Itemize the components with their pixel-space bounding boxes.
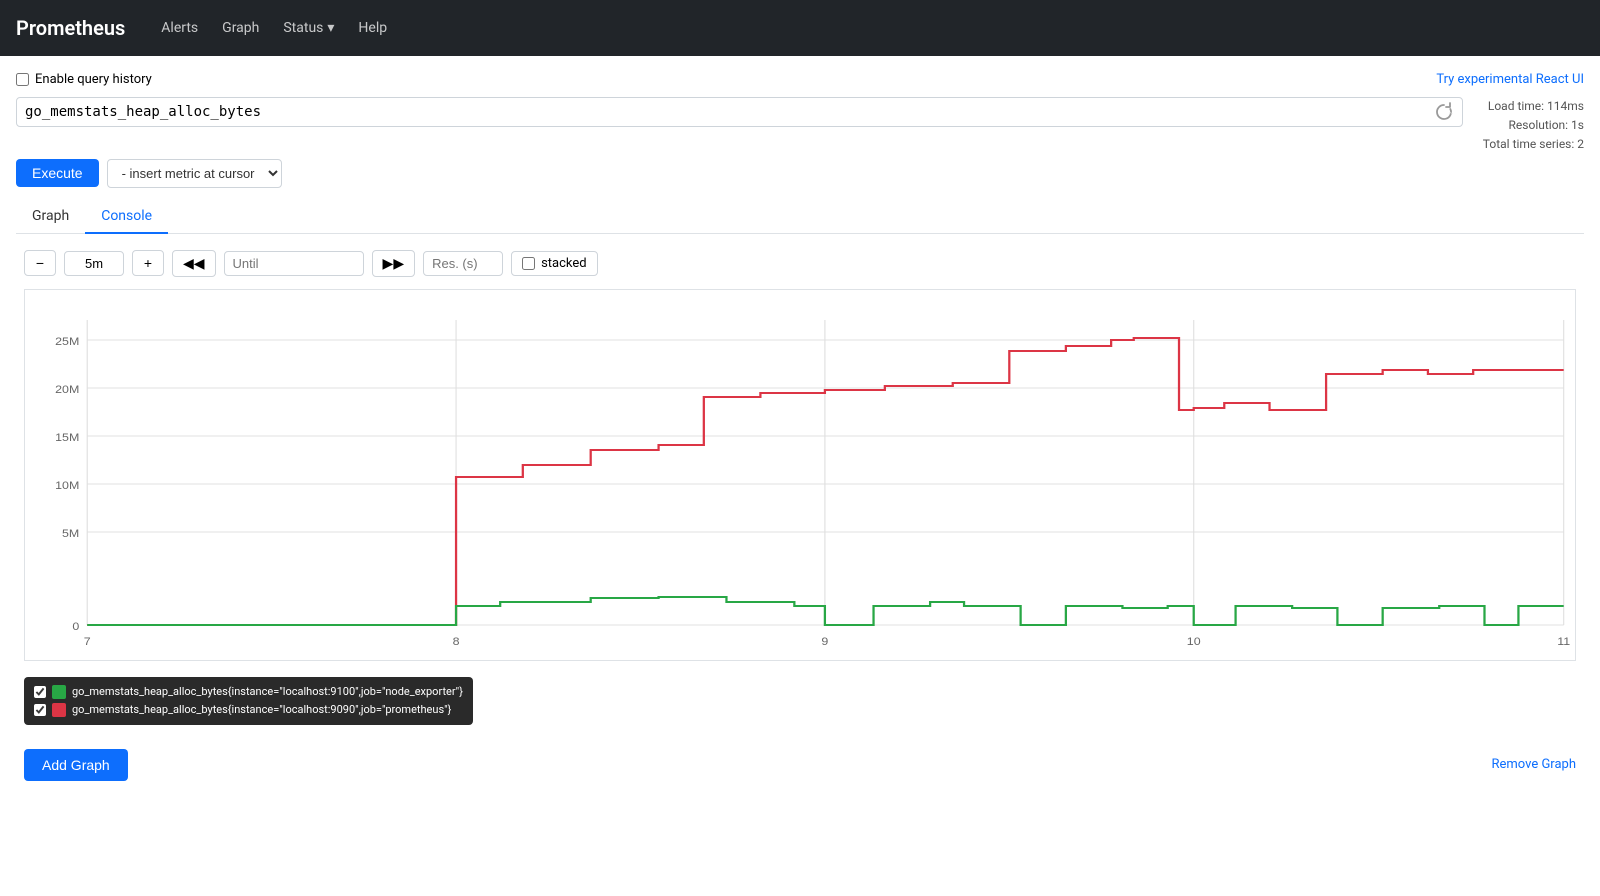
metric-selector[interactable]: - insert metric at cursor: [107, 159, 282, 188]
tab-graph[interactable]: Graph: [16, 200, 85, 234]
range-plus-button[interactable]: +: [132, 250, 164, 276]
svg-text:10M: 10M: [55, 479, 79, 491]
legend-color-red: [52, 703, 66, 717]
svg-text:10: 10: [1187, 635, 1201, 647]
legend-checkbox-red[interactable]: [34, 704, 46, 716]
top-bar: Enable query history Try experimental Re…: [16, 72, 1584, 87]
tabs: Graph Console: [16, 200, 1584, 234]
refresh-icon[interactable]: [1434, 102, 1454, 122]
legend-color-green: [52, 685, 66, 699]
nav-help[interactable]: Help: [346, 12, 399, 44]
stacked-text: stacked: [541, 256, 587, 271]
time-back-button[interactable]: ◀◀: [172, 250, 216, 277]
query-row: Load time: 114ms Resolution: 1s Total ti…: [16, 97, 1584, 155]
legend-checkbox-green[interactable]: [34, 686, 46, 698]
svg-text:9: 9: [821, 635, 828, 647]
bottom-bar: Add Graph Remove Graph: [16, 741, 1584, 789]
graph-controls: − + ◀◀ ▶▶ stacked: [16, 250, 1584, 277]
load-time: Load time: 114ms: [1483, 97, 1584, 116]
execute-button[interactable]: Execute: [16, 159, 99, 187]
total-series: Total time series: 2: [1483, 135, 1584, 154]
legend-item-green: go_memstats_heap_alloc_bytes{instance="l…: [34, 685, 463, 699]
enable-history-checkbox[interactable]: [16, 73, 29, 86]
nav-status-label: Status: [283, 20, 323, 36]
chart-container: .grid-line { stroke: #e0e0e0; stroke-wid…: [24, 289, 1576, 661]
svg-text:11: 11: [1557, 635, 1570, 647]
stacked-label[interactable]: stacked: [511, 251, 598, 276]
navbar: Prometheus Alerts Graph Status ▾ Help: [0, 0, 1600, 56]
main-content: Enable query history Try experimental Re…: [0, 56, 1600, 805]
time-forward-button[interactable]: ▶▶: [372, 250, 416, 277]
until-input[interactable]: [224, 251, 364, 276]
legend-label-green: go_memstats_heap_alloc_bytes{instance="l…: [72, 685, 463, 698]
svg-text:0: 0: [72, 620, 79, 632]
legend-item-red: go_memstats_heap_alloc_bytes{instance="l…: [34, 703, 463, 717]
nav-graph[interactable]: Graph: [210, 12, 271, 44]
add-graph-button[interactable]: Add Graph: [24, 749, 128, 781]
query-input-wrapper: [16, 97, 1463, 127]
toolbar: Execute - insert metric at cursor: [16, 159, 1584, 188]
range-input[interactable]: [64, 251, 124, 276]
res-input[interactable]: [423, 251, 503, 276]
svg-text:25M: 25M: [55, 335, 79, 347]
chevron-down-icon: ▾: [327, 20, 334, 36]
svg-text:8: 8: [453, 635, 460, 647]
nav-alerts[interactable]: Alerts: [149, 12, 210, 44]
legend: go_memstats_heap_alloc_bytes{instance="l…: [24, 677, 473, 725]
svg-text:20M: 20M: [55, 383, 79, 395]
range-minus-button[interactable]: −: [24, 250, 56, 276]
svg-text:7: 7: [84, 635, 91, 647]
enable-history-label[interactable]: Enable query history: [16, 72, 152, 87]
resolution: Resolution: 1s: [1483, 116, 1584, 135]
svg-text:5M: 5M: [62, 527, 79, 539]
try-react-link[interactable]: Try experimental React UI: [1436, 72, 1584, 87]
nav-status-dropdown[interactable]: Status ▾: [271, 12, 346, 44]
stacked-checkbox[interactable]: [522, 257, 535, 270]
tab-console[interactable]: Console: [85, 200, 168, 234]
svg-text:15M: 15M: [55, 431, 79, 443]
remove-graph-link[interactable]: Remove Graph: [1492, 757, 1577, 772]
query-input[interactable]: [25, 104, 1434, 120]
stats-area: Load time: 114ms Resolution: 1s Total ti…: [1483, 97, 1584, 155]
chart-svg: .grid-line { stroke: #e0e0e0; stroke-wid…: [25, 290, 1575, 660]
legend-label-red: go_memstats_heap_alloc_bytes{instance="l…: [72, 703, 451, 716]
brand: Prometheus: [16, 16, 125, 40]
